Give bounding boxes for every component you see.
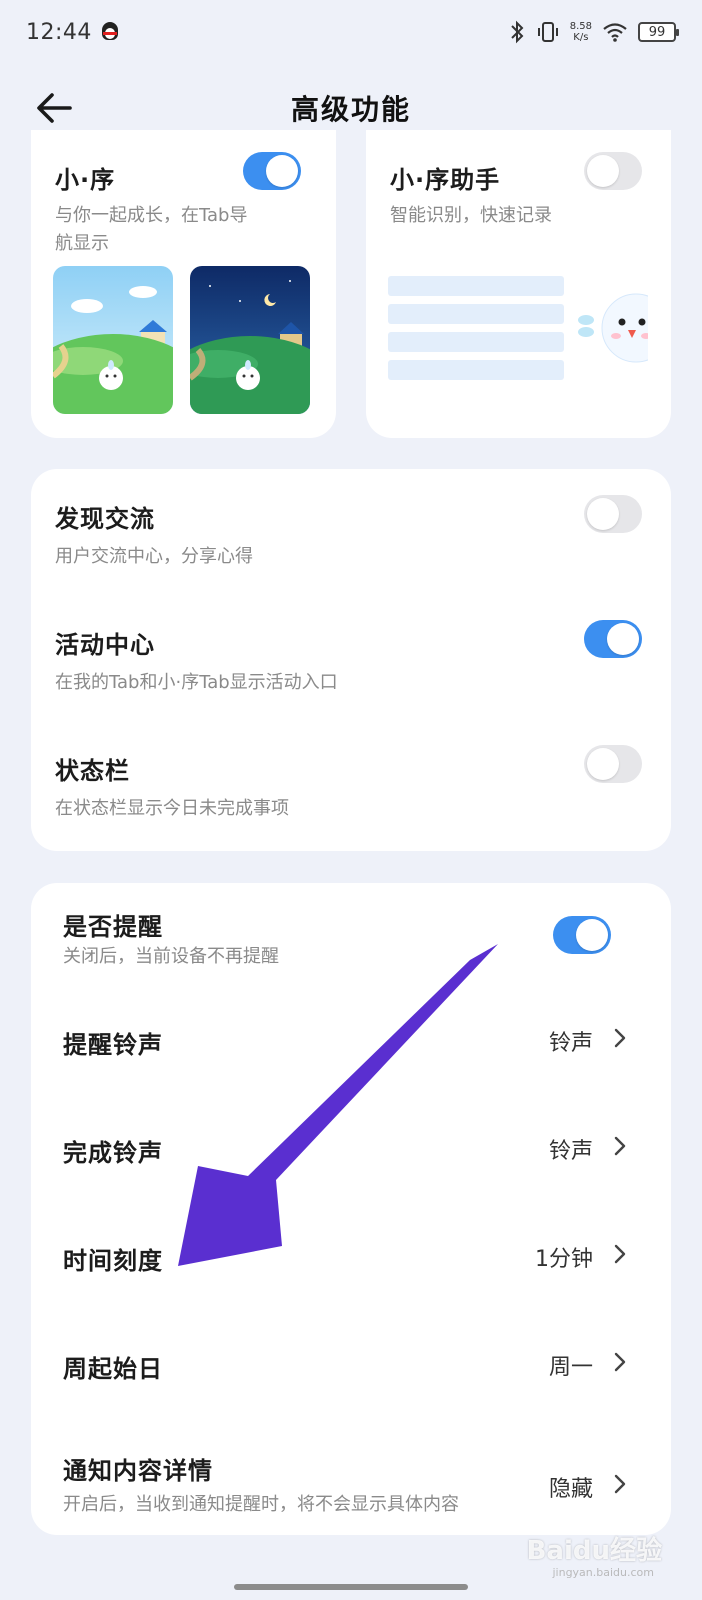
xiaoxu-title: 小·序: [55, 166, 116, 194]
wifi-icon: [603, 23, 627, 42]
status-bar-setting-title: 状态栏: [55, 757, 130, 785]
general-settings-card: 发现交流 用户交流中心，分享心得 活动中心 在我的Tab和小·序Tab显示活动入…: [31, 469, 671, 851]
notification-detail-title: 通知内容详情: [63, 1457, 213, 1485]
activity-center-description: 在我的Tab和小·序Tab显示活动入口: [55, 672, 338, 693]
reminder-toggle[interactable]: [553, 916, 611, 954]
complete-ringtone-value: 铃声: [548, 1139, 593, 1164]
xiaoxu-toggle[interactable]: [243, 152, 301, 190]
placeholder-line: [388, 304, 564, 324]
vibrate-icon: [537, 22, 558, 42]
xiaoxu-description-line2: 航显示: [55, 233, 109, 254]
reminder-toggle-description: 关闭后，当前设备不再提醒: [63, 946, 279, 967]
status-time: 12:44: [26, 19, 92, 45]
time-scale-row[interactable]: 时间刻度 1分钟: [31, 1209, 671, 1309]
time-scale-title: 时间刻度: [63, 1247, 163, 1275]
xiaoxu-card: 小·序 与你一起成长，在Tab导 航显示: [31, 130, 336, 438]
xiaoxu-assistant-description: 智能识别，快速记录: [390, 205, 552, 226]
notification-detail-value: 隐藏: [548, 1477, 593, 1502]
xiaoxu-assistant-card: 小·序助手 智能识别，快速记录: [366, 130, 671, 438]
discover-exchange-toggle[interactable]: [584, 495, 642, 533]
day-theme-preview[interactable]: [53, 266, 173, 414]
activity-center-toggle[interactable]: [584, 620, 642, 658]
network-speed: 8.58 K/s: [569, 21, 592, 43]
chevron-right-icon: [614, 1028, 626, 1048]
week-start-title: 周起始日: [63, 1355, 163, 1383]
reminder-ringtone-value: 铃声: [548, 1031, 593, 1056]
chevron-right-icon: [614, 1352, 626, 1372]
placeholder-line: [388, 332, 564, 352]
placeholder-line: [388, 360, 564, 380]
xiaoxu-assistant-title: 小·序助手: [390, 166, 501, 194]
time-scale-value: 1分钟: [535, 1247, 593, 1272]
xiaoxu-description-line1: 与你一起成长，在Tab导: [55, 205, 248, 226]
week-start-row[interactable]: 周起始日 周一: [31, 1317, 671, 1417]
reminder-toggle-row[interactable]: 是否提醒 关闭后，当前设备不再提醒: [31, 883, 671, 983]
status-bar-setting-row[interactable]: 状态栏 在状态栏显示今日未完成事项: [31, 719, 671, 851]
qq-penguin-icon: [100, 20, 120, 44]
discover-exchange-title: 发现交流: [55, 505, 155, 533]
complete-ringtone-title: 完成铃声: [63, 1139, 163, 1167]
home-indicator[interactable]: [234, 1584, 468, 1590]
reminder-settings-card: 是否提醒 关闭后，当前设备不再提醒 提醒铃声 铃声 完成铃声 铃声 时间刻度 1…: [31, 883, 671, 1535]
reminder-toggle-title: 是否提醒: [63, 913, 163, 941]
watermark-url: jingyan.baidu.com: [552, 1566, 654, 1579]
status-bar: 12:44 8.58 K/s 99: [0, 0, 702, 64]
page-title: 高级功能: [290, 93, 411, 126]
notification-detail-description: 开启后，当收到通知提醒时，将不会显示具体内容: [63, 1494, 459, 1515]
reminder-ringtone-row[interactable]: 提醒铃声 铃声: [31, 993, 671, 1093]
bluetooth-icon: [511, 20, 524, 44]
back-arrow-icon[interactable]: [34, 90, 74, 126]
week-start-value: 周一: [548, 1355, 593, 1380]
activity-center-row[interactable]: 活动中心 在我的Tab和小·序Tab显示活动入口: [31, 593, 671, 719]
battery-icon: 99: [638, 22, 679, 42]
status-bar-setting-toggle[interactable]: [584, 745, 642, 783]
notification-detail-row[interactable]: 通知内容详情 开启后，当收到通知提醒时，将不会显示具体内容 隐藏: [31, 1423, 671, 1535]
discover-exchange-row[interactable]: 发现交流 用户交流中心，分享心得: [31, 469, 671, 593]
night-theme-preview[interactable]: [190, 266, 310, 414]
chevron-right-icon: [614, 1474, 626, 1494]
status-bar-setting-description: 在状态栏显示今日未完成事项: [55, 798, 289, 819]
complete-ringtone-row[interactable]: 完成铃声 铃声: [31, 1101, 671, 1201]
chevron-right-icon: [614, 1136, 626, 1156]
discover-exchange-description: 用户交流中心，分享心得: [55, 546, 253, 567]
placeholder-line: [388, 276, 564, 296]
mascot-icon: [578, 293, 648, 363]
reminder-ringtone-title: 提醒铃声: [63, 1031, 163, 1059]
xiaoxu-assistant-toggle[interactable]: [584, 152, 642, 190]
chevron-right-icon: [614, 1244, 626, 1264]
watermark-logo: Baidu经验: [526, 1536, 662, 1566]
activity-center-title: 活动中心: [55, 631, 155, 659]
